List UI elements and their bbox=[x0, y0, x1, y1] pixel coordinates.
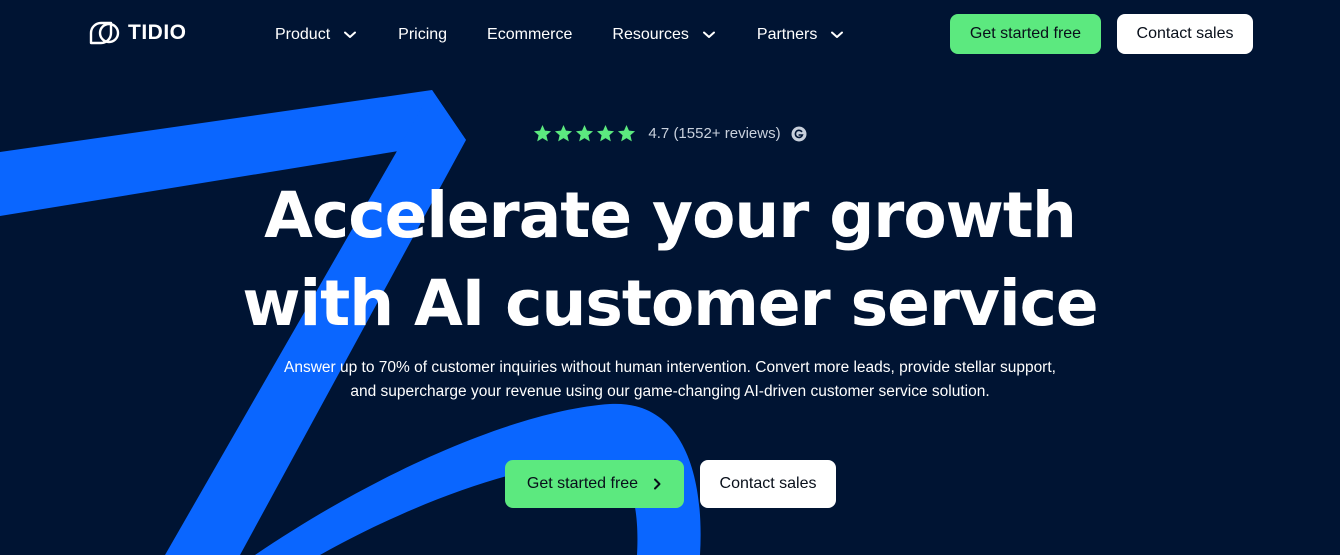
top-navigation: TIDIO Product Pricing Ecommerce Resource… bbox=[0, 0, 1340, 70]
tidio-logo[interactable]: TIDIO bbox=[88, 16, 187, 50]
headline-line-1: Accelerate your growth bbox=[264, 179, 1077, 252]
nav-item-partners[interactable]: Partners bbox=[756, 20, 844, 50]
chevron-right-icon bbox=[654, 478, 661, 490]
g2-icon[interactable] bbox=[791, 126, 807, 142]
star-icon bbox=[576, 124, 594, 142]
chevron-down-icon bbox=[702, 31, 715, 38]
headline-line-2: with AI customer service bbox=[242, 267, 1098, 340]
hero-section: 4.7 (1552+ reviews) Accelerate your grow… bbox=[0, 0, 1340, 555]
nav-get-started-button[interactable]: Get started free bbox=[950, 14, 1101, 54]
rating-score-text: 4.7 (1552+ reviews) bbox=[648, 125, 781, 142]
star-icon bbox=[555, 124, 573, 142]
nav-item-label: Product bbox=[275, 26, 331, 43]
brand-name: TIDIO bbox=[128, 21, 187, 44]
chevron-down-icon bbox=[344, 31, 357, 38]
nav-item-label: Pricing bbox=[398, 26, 448, 43]
nav-item-label: Ecommerce bbox=[487, 26, 573, 43]
star-icon bbox=[597, 124, 615, 142]
hero-get-started-button[interactable]: Get started free bbox=[505, 460, 684, 508]
star-rating bbox=[533, 124, 636, 143]
rating-row: 4.7 (1552+ reviews) bbox=[0, 124, 1340, 143]
nav-item-ecommerce[interactable]: Ecommerce bbox=[487, 20, 572, 50]
button-label: Get started free bbox=[526, 475, 639, 492]
hero-contact-sales-button[interactable]: Contact sales bbox=[700, 460, 836, 508]
nav-item-resources[interactable]: Resources bbox=[612, 20, 715, 50]
nav-item-pricing[interactable]: Pricing bbox=[398, 20, 447, 50]
nav-item-product[interactable]: Product bbox=[275, 20, 357, 50]
nav-contact-sales-button[interactable]: Contact sales bbox=[1117, 14, 1253, 54]
hero-subtext: Answer up to 70% of customer inquiries w… bbox=[284, 359, 1056, 400]
star-icon bbox=[534, 124, 552, 142]
tidio-logo-icon bbox=[89, 21, 120, 45]
chevron-down-icon bbox=[831, 31, 844, 38]
star-icon bbox=[618, 124, 636, 142]
hero-headline: Accelerate your growth with AI customer … bbox=[0, 172, 1340, 348]
nav-item-label: Resources bbox=[612, 26, 689, 43]
nav-item-label: Partners bbox=[756, 26, 818, 43]
nav-links: Product Pricing Ecommerce Resources Part… bbox=[275, 0, 883, 70]
